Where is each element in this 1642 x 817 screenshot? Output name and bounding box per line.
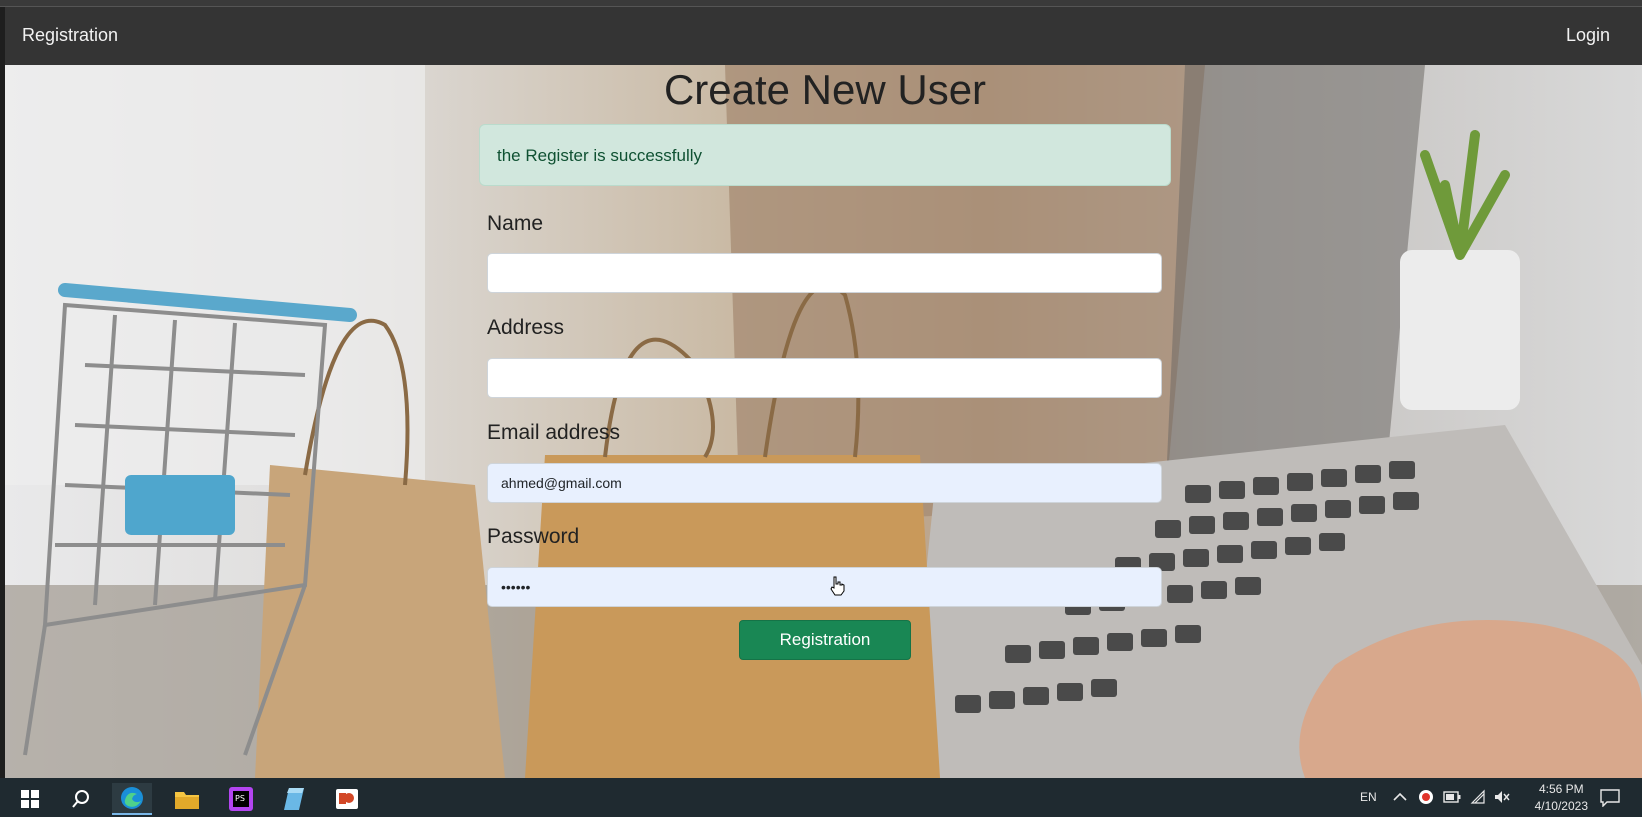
svg-text:PS: PS <box>235 794 245 803</box>
top-navbar: Registration Login <box>5 7 1642 65</box>
clock-date: 4/10/2023 <box>1534 799 1588 813</box>
record-icon[interactable] <box>1418 789 1434 805</box>
password-input[interactable] <box>487 567 1162 607</box>
registration-submit-button[interactable]: Registration <box>739 620 911 660</box>
taskbar-clock[interactable]: 4:56 PM 4/10/2023 <box>1535 781 1588 815</box>
nav-login-link[interactable]: Login <box>1566 25 1610 46</box>
name-label: Name <box>487 212 544 235</box>
name-input[interactable] <box>487 253 1162 293</box>
window-top-edge <box>0 0 1642 7</box>
search-icon[interactable] <box>61 783 101 815</box>
battery-icon[interactable] <box>1443 791 1461 803</box>
email-input[interactable] <box>487 463 1162 503</box>
powerpoint-icon[interactable] <box>327 783 367 815</box>
address-input[interactable] <box>487 358 1162 398</box>
email-label: Email address <box>487 421 621 444</box>
chevron-up-icon[interactable] <box>1393 792 1407 802</box>
edge-browser-icon[interactable] <box>112 783 152 815</box>
notepad-icon[interactable] <box>274 783 314 815</box>
clock-time: 4:56 PM <box>1538 782 1584 796</box>
screen: Registration Login Create New User the R… <box>0 0 1642 817</box>
file-explorer-icon[interactable] <box>167 783 207 815</box>
windows-start-icon[interactable] <box>10 783 50 815</box>
wifi-icon[interactable] <box>1470 789 1486 805</box>
password-label: Password <box>487 525 580 548</box>
nav-brand-registration[interactable]: Registration <box>22 25 118 46</box>
address-label: Address <box>487 316 565 339</box>
page-title: Create New User <box>663 66 987 113</box>
windows-taskbar: PS EN 4:56 PM 4/10/2023 <box>0 778 1642 817</box>
phpstorm-icon[interactable]: PS <box>221 783 261 815</box>
success-alert: the Register is successfully <box>479 124 1171 186</box>
volume-muted-icon[interactable] <box>1493 789 1511 805</box>
notification-icon[interactable] <box>1600 789 1620 807</box>
hand-cursor-icon <box>830 576 845 596</box>
language-indicator[interactable]: EN <box>1360 790 1377 804</box>
